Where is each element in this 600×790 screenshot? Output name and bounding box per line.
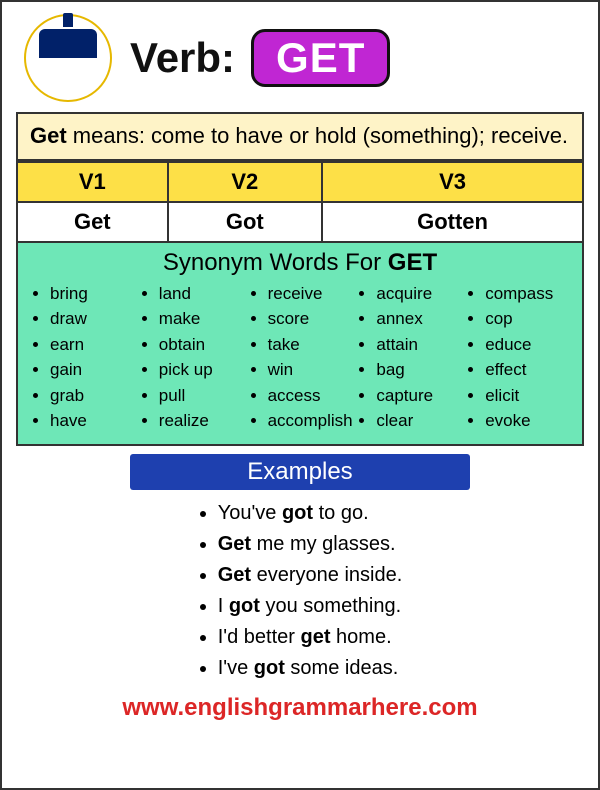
synonym-item: land [159, 281, 246, 307]
example-post: you something. [260, 595, 401, 617]
form-v2: Got [168, 202, 322, 242]
synonym-item: earn [50, 332, 137, 358]
synonym-item: pull [159, 383, 246, 409]
synonym-item: pick up [159, 357, 246, 383]
definition-box: Get means: come to have or hold (somethi… [16, 112, 584, 161]
forms-header-row: V1 V2 V3 [17, 162, 583, 202]
synonym-item: have [50, 408, 137, 434]
synonym-item: receive [268, 281, 355, 307]
synonym-item: effect [485, 357, 572, 383]
form-v3: Gotten [322, 202, 583, 242]
synonym-item: compass [485, 281, 572, 307]
synonym-col-3: receive score take win access accomplish [246, 281, 355, 434]
synonym-col-2: land make obtain pick up pull realize [137, 281, 246, 434]
synonym-item: realize [159, 408, 246, 434]
example-pre: You've [218, 502, 282, 524]
synonym-item: take [268, 332, 355, 358]
example-post: everyone inside. [251, 564, 402, 586]
synonym-item: access [268, 383, 355, 409]
synonym-item: bag [376, 357, 463, 383]
synonym-item: cop [485, 306, 572, 332]
form-header-v3: V3 [322, 162, 583, 202]
synonym-col-1: bring draw earn gain grab have [28, 281, 137, 434]
example-item: I got you something. [218, 591, 403, 622]
example-pre: I'd better [218, 626, 301, 648]
definition-text: means: come to have or hold (something);… [67, 123, 568, 148]
example-item: I've got some ideas. [218, 653, 403, 684]
verb-label: Verb: [130, 34, 235, 82]
example-post: me my glasses. [251, 533, 395, 555]
synonym-item: obtain [159, 332, 246, 358]
example-item: Get me my glasses. [218, 529, 403, 560]
synonyms-title-prefix: Synonym Words For [163, 249, 388, 276]
site-logo [24, 14, 112, 102]
synonym-item: win [268, 357, 355, 383]
synonym-col-4: acquire annex attain bag capture clear [354, 281, 463, 434]
synonyms-title-word: GET [388, 249, 437, 276]
example-pre: I've [218, 657, 254, 679]
examples-wrap: You've got to go. Get me my glasses. Get… [16, 498, 584, 684]
example-post: to go. [313, 502, 369, 524]
examples-header: Examples [130, 454, 471, 490]
synonym-item: draw [50, 306, 137, 332]
forms-value-row: Get Got Gotten [17, 202, 583, 242]
synonym-item: make [159, 306, 246, 332]
synonym-col-5: compass cop educe effect elicit evoke [463, 281, 572, 434]
verb-word-badge: GET [251, 29, 390, 87]
synonym-item: evoke [485, 408, 572, 434]
example-bold: got [254, 657, 285, 679]
example-item: I'd better get home. [218, 622, 403, 653]
example-post: some ideas. [285, 657, 398, 679]
synonyms-box: Synonym Words For GET bring draw earn ga… [16, 243, 584, 446]
synonyms-columns: bring draw earn gain grab have land make… [28, 281, 572, 434]
synonyms-title: Synonym Words For GET [28, 249, 572, 277]
example-item: You've got to go. [218, 498, 403, 529]
form-v1: Get [17, 202, 168, 242]
title-wrap: Verb: GET [130, 29, 390, 87]
synonym-item: gain [50, 357, 137, 383]
synonym-item: educe [485, 332, 572, 358]
synonym-item: elicit [485, 383, 572, 409]
synonym-item: clear [376, 408, 463, 434]
form-header-v1: V1 [17, 162, 168, 202]
definition-term: Get [30, 123, 67, 148]
synonym-item: grab [50, 383, 137, 409]
verb-forms-table: V1 V2 V3 Get Got Gotten [16, 161, 584, 243]
synonym-item: bring [50, 281, 137, 307]
logo-graphic [39, 29, 97, 87]
header: Verb: GET [16, 14, 584, 102]
footer-url: www.englishgrammarhere.com [16, 694, 584, 722]
example-post: home. [330, 626, 391, 648]
example-pre: I [218, 595, 229, 617]
synonym-item: annex [376, 306, 463, 332]
synonym-item: acquire [376, 281, 463, 307]
example-bold: Get [218, 564, 251, 586]
example-bold: got [282, 502, 313, 524]
synonym-item: accomplish [268, 408, 355, 434]
synonym-item: score [268, 306, 355, 332]
example-bold: get [300, 626, 330, 648]
synonym-item: attain [376, 332, 463, 358]
example-bold: Get [218, 533, 251, 555]
example-item: Get everyone inside. [218, 560, 403, 591]
examples-list: You've got to go. Get me my glasses. Get… [198, 498, 403, 684]
example-bold: got [229, 595, 260, 617]
form-header-v2: V2 [168, 162, 322, 202]
synonym-item: capture [376, 383, 463, 409]
